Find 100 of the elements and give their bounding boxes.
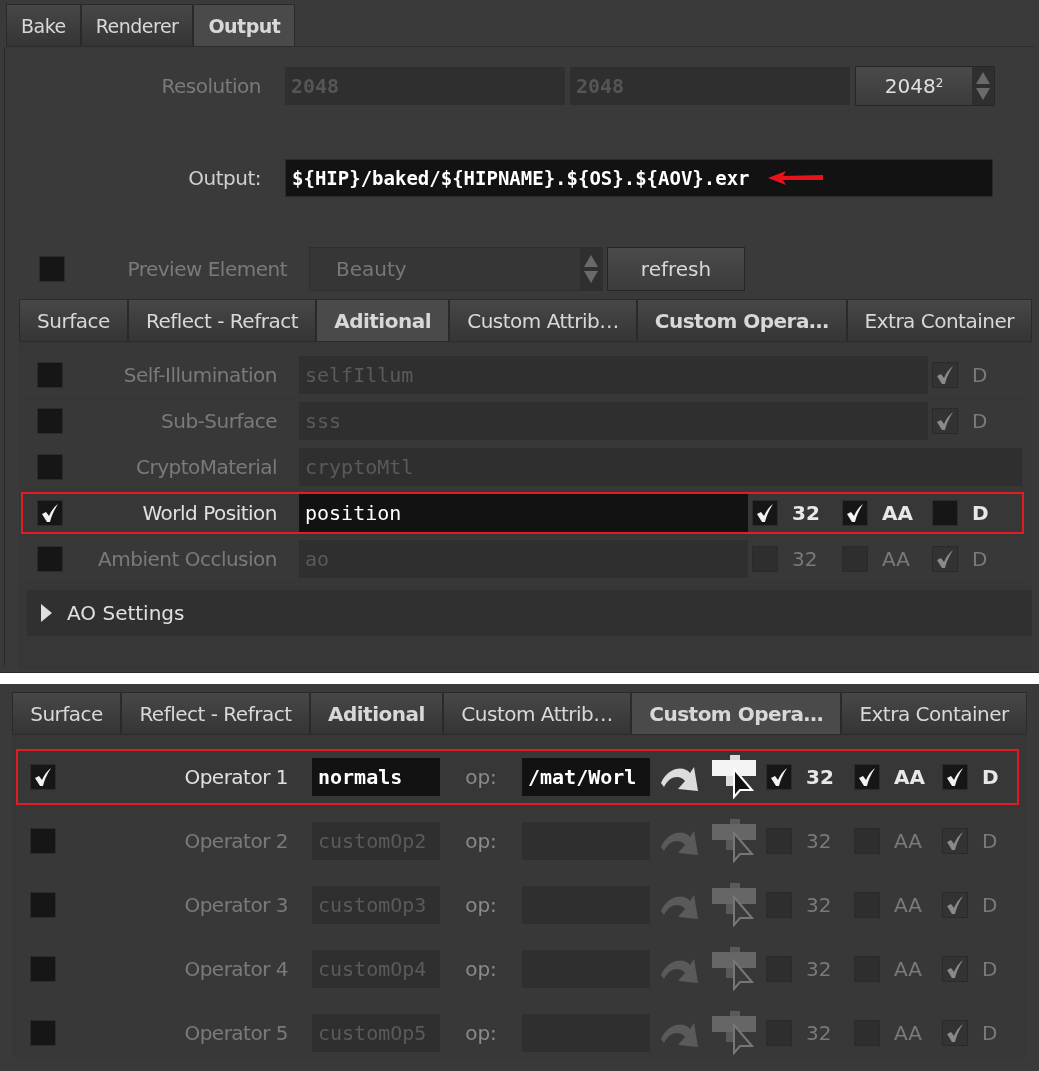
flag-label: D	[982, 1021, 998, 1045]
operator-label: Operator 3	[183, 893, 289, 917]
tab[interactable]: Custom Attrib…	[449, 299, 637, 341]
tab[interactable]: Aditional	[316, 299, 450, 341]
checkbox[interactable]	[37, 500, 63, 526]
tab[interactable]: Surface	[19, 299, 128, 341]
checkbox[interactable]	[932, 546, 958, 572]
checkbox[interactable]	[942, 828, 968, 854]
flag-label: D	[982, 957, 998, 981]
checkbox[interactable]	[37, 546, 63, 572]
checkbox[interactable]	[942, 764, 968, 790]
tab[interactable]: Reflect - Refract	[121, 692, 310, 734]
tab[interactable]: Renderer	[80, 4, 194, 46]
node-cursor-icon	[710, 947, 758, 991]
flag-label: 32	[806, 957, 832, 981]
checkbox[interactable]	[942, 1020, 968, 1046]
flag-label: AA	[894, 829, 922, 853]
flag-label: AA	[894, 893, 922, 917]
tab[interactable]: Custom Opera…	[636, 299, 847, 341]
output-path-field[interactable]: ${HIP}/baked/${HIPNAME}.${OS}.${AOV}.exr	[285, 159, 993, 197]
checkbox[interactable]	[30, 956, 56, 982]
op-label: op:	[464, 893, 498, 917]
element-label: Sub-Surface	[160, 409, 278, 433]
flag-label: 32	[806, 1021, 832, 1045]
flag-label: D	[972, 501, 989, 525]
check-icon	[945, 1023, 965, 1043]
node-cursor-icon	[710, 755, 758, 799]
element-label: Self-Illumination	[122, 363, 278, 387]
checkbox[interactable]	[932, 408, 958, 434]
flag-label: 32	[792, 547, 818, 571]
flag-label: D	[982, 765, 999, 789]
flag-label: 32	[792, 501, 820, 525]
collapsible-section[interactable]: AO Settings	[27, 590, 1032, 636]
check-icon	[935, 411, 955, 431]
flag-label: 32	[806, 893, 832, 917]
checkbox[interactable]	[842, 500, 868, 526]
op-label: op:	[464, 1021, 498, 1045]
checkbox[interactable]	[30, 1020, 56, 1046]
tab[interactable]: Output	[193, 4, 296, 46]
tab[interactable]: Bake	[6, 4, 81, 46]
flag-label: D	[972, 547, 988, 571]
checkbox[interactable]	[30, 764, 56, 790]
operator-path-field[interactable]: /mat/Worl	[522, 758, 650, 796]
node-cursor-icon	[710, 883, 758, 927]
tab[interactable]: Custom Opera…	[631, 692, 842, 734]
check-icon	[935, 365, 955, 385]
tab[interactable]: Surface	[12, 692, 122, 734]
check-icon	[945, 959, 965, 979]
checkbox[interactable]	[37, 362, 63, 388]
operator-label: Operator 4	[183, 957, 289, 981]
field-label: Output:	[187, 166, 262, 190]
tab[interactable]: Reflect - Refract	[127, 299, 317, 341]
node-cursor-icon	[710, 1011, 758, 1055]
check-icon	[935, 549, 955, 569]
element-name-field[interactable]: position	[299, 494, 748, 532]
field-label: Preview Element	[126, 257, 288, 281]
checkbox[interactable]	[37, 408, 63, 434]
op-label: op:	[464, 957, 498, 981]
checkbox[interactable]	[932, 500, 958, 526]
tab[interactable]: Aditional	[309, 692, 444, 734]
refresh-button[interactable]: refresh	[607, 247, 745, 291]
tab[interactable]: Custom Attrib…	[443, 692, 632, 734]
flag-label: D	[972, 409, 988, 433]
checkbox[interactable]	[766, 764, 792, 790]
flag-label: AA	[894, 1021, 922, 1045]
flag-label: D	[982, 829, 998, 853]
flag-label: D	[982, 893, 998, 917]
checkbox[interactable]	[30, 828, 56, 854]
checkbox[interactable]	[30, 892, 56, 918]
checkbox[interactable]	[854, 764, 880, 790]
check-icon	[769, 767, 789, 787]
flag-label: AA	[882, 501, 913, 525]
checkbox[interactable]	[932, 362, 958, 388]
checkbox[interactable]	[37, 454, 63, 480]
field-label: Resolution	[160, 74, 262, 98]
element-label: Ambient Occlusion	[97, 547, 278, 571]
check-icon	[945, 831, 965, 851]
checkbox[interactable]	[752, 500, 778, 526]
checkbox[interactable]	[942, 956, 968, 982]
check-icon	[945, 767, 965, 787]
op-label: op:	[464, 829, 498, 853]
checkbox[interactable]	[39, 256, 65, 282]
check-icon	[40, 503, 60, 523]
operator-label: Operator 1	[183, 765, 289, 789]
node-cursor-icon	[710, 819, 758, 863]
element-label: CryptoMaterial	[134, 455, 278, 479]
operator-name-field[interactable]: normals	[312, 758, 440, 796]
flag-label: AA	[882, 547, 910, 571]
flag-label: 32	[806, 829, 832, 853]
operator-label: Operator 5	[183, 1021, 289, 1045]
preset-menu[interactable]: 2048$^{2}$	[855, 66, 995, 106]
operator-label: Operator 2	[183, 829, 289, 853]
tab[interactable]: Extra Container	[846, 299, 1033, 341]
check-icon	[945, 895, 965, 915]
check-icon	[857, 767, 877, 787]
expand-icon	[39, 603, 53, 623]
check-icon	[33, 767, 53, 787]
tab[interactable]: Extra Container	[841, 692, 1027, 734]
checkbox[interactable]	[942, 892, 968, 918]
flag-label: 32	[806, 765, 834, 789]
